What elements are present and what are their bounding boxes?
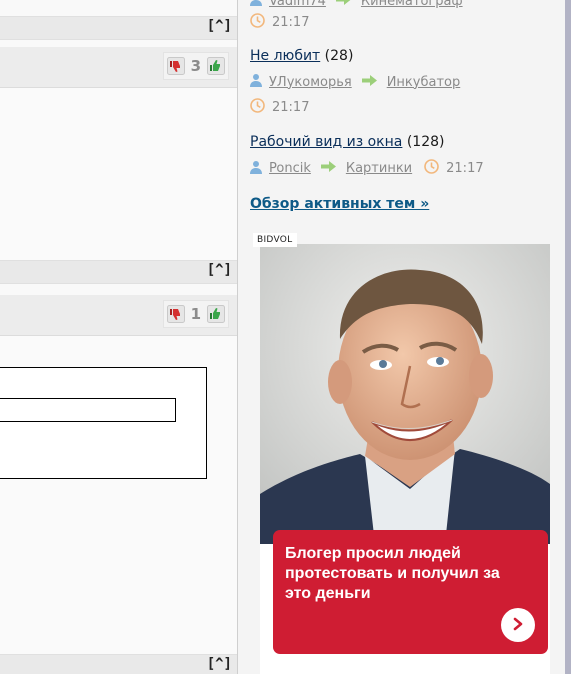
clock-icon [250, 98, 265, 117]
topic-time: 21:17 [272, 100, 310, 115]
topic-time-row: 21:17 [250, 13, 309, 32]
active-topics-sidebar: Vadim74 Кинематограф 21:17 Не любит (28)… [238, 0, 571, 674]
thumb-down-icon[interactable] [166, 57, 185, 75]
topic-time-row: 21:17 [250, 98, 309, 117]
vote-count: 3 [190, 57, 201, 75]
topic-forum-link[interactable]: Кинематограф [361, 0, 463, 9]
post-toolbar: [^] [0, 16, 237, 40]
scroll-top-button[interactable]: [^] [207, 262, 232, 278]
topic-title-link[interactable]: Рабочий вид из окна [250, 134, 402, 150]
post-body [0, 88, 237, 260]
topic-time: 21:17 [446, 161, 484, 176]
topic-author-link[interactable]: Poncik [269, 161, 311, 176]
topic-meta: Poncik Картинки 21:17 [250, 159, 484, 178]
active-topics-overview-link[interactable]: Обзор активных тем » [250, 196, 429, 212]
ad-go-button[interactable] [501, 608, 535, 642]
thumb-up-icon[interactable] [207, 57, 225, 75]
topic-author-link[interactable]: Vadim74 [269, 0, 326, 9]
post-toolbar: [^] [0, 260, 237, 284]
ad-banner[interactable]: Блогер просил людей протестовать и получ… [260, 244, 550, 674]
topic-item: Рабочий вид из окна (128) [250, 134, 444, 150]
vote-count: 1 [190, 305, 201, 323]
arrow-right-icon [361, 74, 377, 90]
topic-forum-link[interactable]: Инкубатор [387, 75, 461, 90]
vote-widget: 1 [162, 300, 229, 328]
vote-widget: 3 [162, 52, 229, 80]
chevron-right-icon [511, 616, 525, 635]
scroll-top-button[interactable]: [^] [207, 656, 232, 672]
post-toolbar: [^] [0, 654, 237, 674]
thumb-down-icon[interactable] [166, 305, 185, 323]
arrow-right-icon [335, 0, 351, 9]
topic-title-link[interactable]: Не любит [250, 48, 320, 64]
post-header: 3 [0, 47, 237, 88]
post-body [0, 336, 237, 654]
quote-box [0, 367, 207, 479]
clock-icon [250, 13, 265, 32]
text-input-box[interactable] [0, 398, 176, 422]
thumb-up-icon[interactable] [207, 305, 225, 323]
topic-author-link[interactable]: УЛукоморья [269, 75, 352, 90]
comments-column: [^] 3 [^] 1 [^] [0, 0, 238, 674]
topic-meta: Vadim74 Кинематограф [250, 0, 463, 10]
topic-reply-count: (28) [324, 48, 354, 64]
topic-forum-link[interactable]: Картинки [346, 161, 412, 176]
ad-photo[interactable] [260, 244, 550, 544]
arrow-right-icon [320, 161, 336, 176]
post-header: 1 [0, 295, 237, 336]
topic-time: 21:17 [272, 15, 310, 30]
user-icon [250, 73, 262, 91]
clock-icon [424, 159, 439, 178]
topic-meta: УЛукоморья Инкубатор [250, 73, 460, 91]
topic-item: Не любит (28) [250, 48, 353, 64]
topic-reply-count: (128) [406, 134, 445, 150]
ad-card[interactable]: Блогер просил людей протестовать и получ… [273, 530, 548, 654]
ad-source-label: BIDVOL [253, 233, 297, 247]
user-icon [250, 0, 262, 10]
ad-headline[interactable]: Блогер просил людей протестовать и получ… [285, 544, 530, 604]
user-icon [250, 160, 262, 178]
scroll-top-button[interactable]: [^] [207, 18, 232, 34]
